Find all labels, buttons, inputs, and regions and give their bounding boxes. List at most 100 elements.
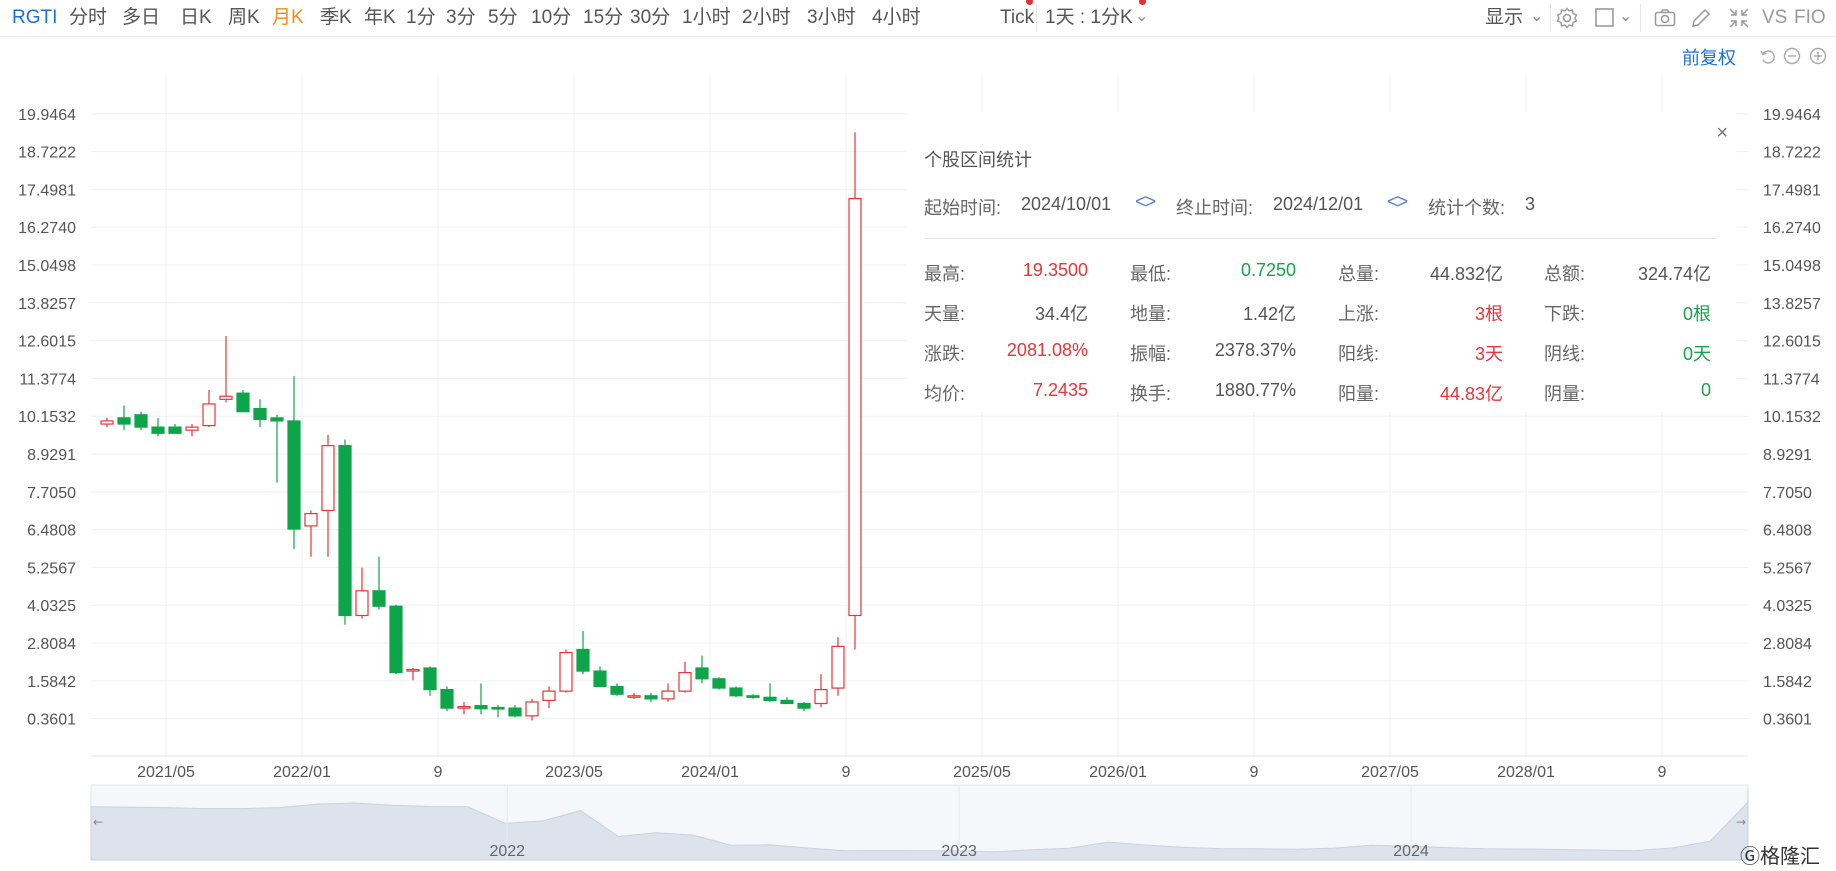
candle-body[interactable] [627, 695, 641, 698]
adjust-button[interactable]: 前复权 [1682, 44, 1736, 70]
count-label: 统计个数: [1428, 198, 1506, 218]
candle-body[interactable] [797, 702, 811, 709]
stat-label: 总量: [1338, 264, 1380, 284]
navigator-handle-left-icon[interactable]: ← [93, 815, 103, 829]
end-value: 2024/12/01 [1273, 194, 1364, 214]
navigator-label: 2022 [489, 843, 525, 860]
candle-body[interactable] [151, 426, 165, 434]
y-tick-label-right: 19.9464 [1763, 107, 1821, 124]
candle-body[interactable] [406, 668, 420, 672]
y-tick-label-left: 4.0325 [27, 598, 76, 615]
candle-body[interactable] [644, 695, 658, 700]
candle-body[interactable] [321, 445, 335, 512]
candle-body[interactable] [457, 705, 471, 709]
y-tick-label-right: 6.4808 [1763, 523, 1812, 540]
stat-value: 2081.08% [1006, 340, 1088, 360]
candle-body[interactable] [100, 420, 114, 425]
end-adjust-arrows-icon[interactable]: <> [1387, 191, 1408, 214]
candle-body[interactable] [746, 695, 760, 698]
stat-label: 天量: [924, 304, 966, 324]
candle-body[interactable] [304, 512, 318, 527]
candle-body[interactable] [729, 687, 743, 697]
stat-label: 上涨: [1338, 304, 1380, 324]
navigator-label: 2023 [941, 843, 977, 860]
end-label: 终止时间: [1176, 198, 1254, 218]
candle-body[interactable] [712, 678, 726, 689]
y-tick-label-left: 18.7222 [18, 145, 76, 162]
candle-body[interactable] [253, 407, 267, 420]
candle-body[interactable] [355, 590, 369, 617]
candle-body[interactable] [525, 701, 539, 717]
candle-body[interactable] [440, 689, 454, 709]
candle-body[interactable] [508, 707, 522, 717]
stat-label: 阳量: [1338, 384, 1380, 404]
candle-body[interactable] [219, 395, 233, 400]
candle-body[interactable] [134, 414, 148, 428]
zoom-in-icon[interactable] [1808, 46, 1828, 66]
candle-body[interactable] [763, 696, 777, 702]
y-tick-label-right: 11.3774 [1763, 371, 1820, 388]
y-tick-label-left: 11.3774 [19, 371, 76, 388]
y-tick-label-left: 7.7050 [27, 485, 76, 502]
stat-label: 阴线: [1544, 344, 1586, 364]
stat-value: 0.7250 [1240, 260, 1296, 280]
candle-body[interactable] [202, 403, 216, 427]
stat-value: 0 [1700, 380, 1711, 400]
undo-icon[interactable] [1758, 46, 1778, 66]
candle-body[interactable] [661, 690, 675, 700]
candle-body[interactable] [814, 689, 828, 705]
candle-body[interactable] [423, 667, 437, 691]
stat-value: 19.3500 [1022, 260, 1088, 280]
candle-body[interactable] [559, 651, 573, 692]
zoom-out-icon[interactable] [1782, 46, 1802, 66]
candle-body[interactable] [491, 706, 505, 710]
stat-value: 7.2435 [1032, 380, 1088, 400]
candle-body[interactable] [780, 699, 794, 705]
y-tick-label-left: 16.2740 [18, 220, 76, 237]
x-tick-label: 9 [1250, 764, 1259, 781]
navigator-handle-right-icon[interactable]: → [1736, 815, 1746, 829]
stat-value: 1.42亿 [1242, 304, 1296, 324]
candle-body[interactable] [117, 417, 131, 425]
stat-value: 3天 [1474, 344, 1503, 364]
candle-body[interactable] [848, 197, 862, 617]
candle-body[interactable] [474, 705, 488, 710]
x-tick-label: 2023/05 [545, 764, 603, 781]
range-stats-panel: × 个股区间统计 起始时间: 2024/10/01 <> 终止时间: 2024/… [906, 112, 1736, 412]
x-tick-label: 2026/01 [1089, 764, 1147, 781]
close-icon[interactable]: × [1716, 122, 1728, 145]
panel-title: 个股区间统计 [924, 150, 1032, 170]
x-tick-label: 2027/05 [1361, 764, 1419, 781]
candle-body[interactable] [372, 590, 386, 607]
y-tick-label-left: 8.9291 [27, 447, 76, 464]
stat-label: 振幅: [1130, 344, 1172, 364]
stat-value: 0天 [1682, 344, 1711, 364]
stat-label: 阴量: [1544, 384, 1586, 404]
stat-value: 1880.77% [1214, 380, 1296, 400]
start-adjust-arrows-icon[interactable]: <> [1135, 191, 1156, 214]
candle-body[interactable] [236, 392, 250, 413]
candle-body[interactable] [185, 426, 199, 431]
x-tick-label: 2025/05 [953, 764, 1011, 781]
candle-body[interactable] [287, 420, 301, 530]
candle-body[interactable] [695, 667, 709, 680]
y-tick-label-left: 12.6015 [18, 334, 76, 351]
candle-body[interactable] [389, 605, 403, 674]
candle-body[interactable] [831, 645, 845, 689]
candle-body[interactable] [593, 670, 607, 688]
candle-body[interactable] [338, 445, 352, 617]
x-tick-label: 2021/05 [137, 764, 195, 781]
candle-body[interactable] [678, 672, 692, 692]
stat-label: 涨跌: [924, 344, 966, 364]
stat-label: 最高: [924, 264, 966, 284]
candle-body[interactable] [542, 690, 556, 702]
stat-label: 总额: [1544, 264, 1586, 284]
y-tick-label-left: 13.8257 [18, 296, 76, 313]
stat-value: 44.832亿 [1429, 264, 1503, 284]
y-tick-label-left: 17.4981 [18, 182, 76, 199]
candle-body[interactable] [610, 685, 624, 695]
candle-body[interactable] [168, 426, 182, 434]
candle-body[interactable] [576, 648, 590, 672]
candle-body[interactable] [270, 417, 284, 422]
stat-label: 阳线: [1338, 344, 1380, 364]
